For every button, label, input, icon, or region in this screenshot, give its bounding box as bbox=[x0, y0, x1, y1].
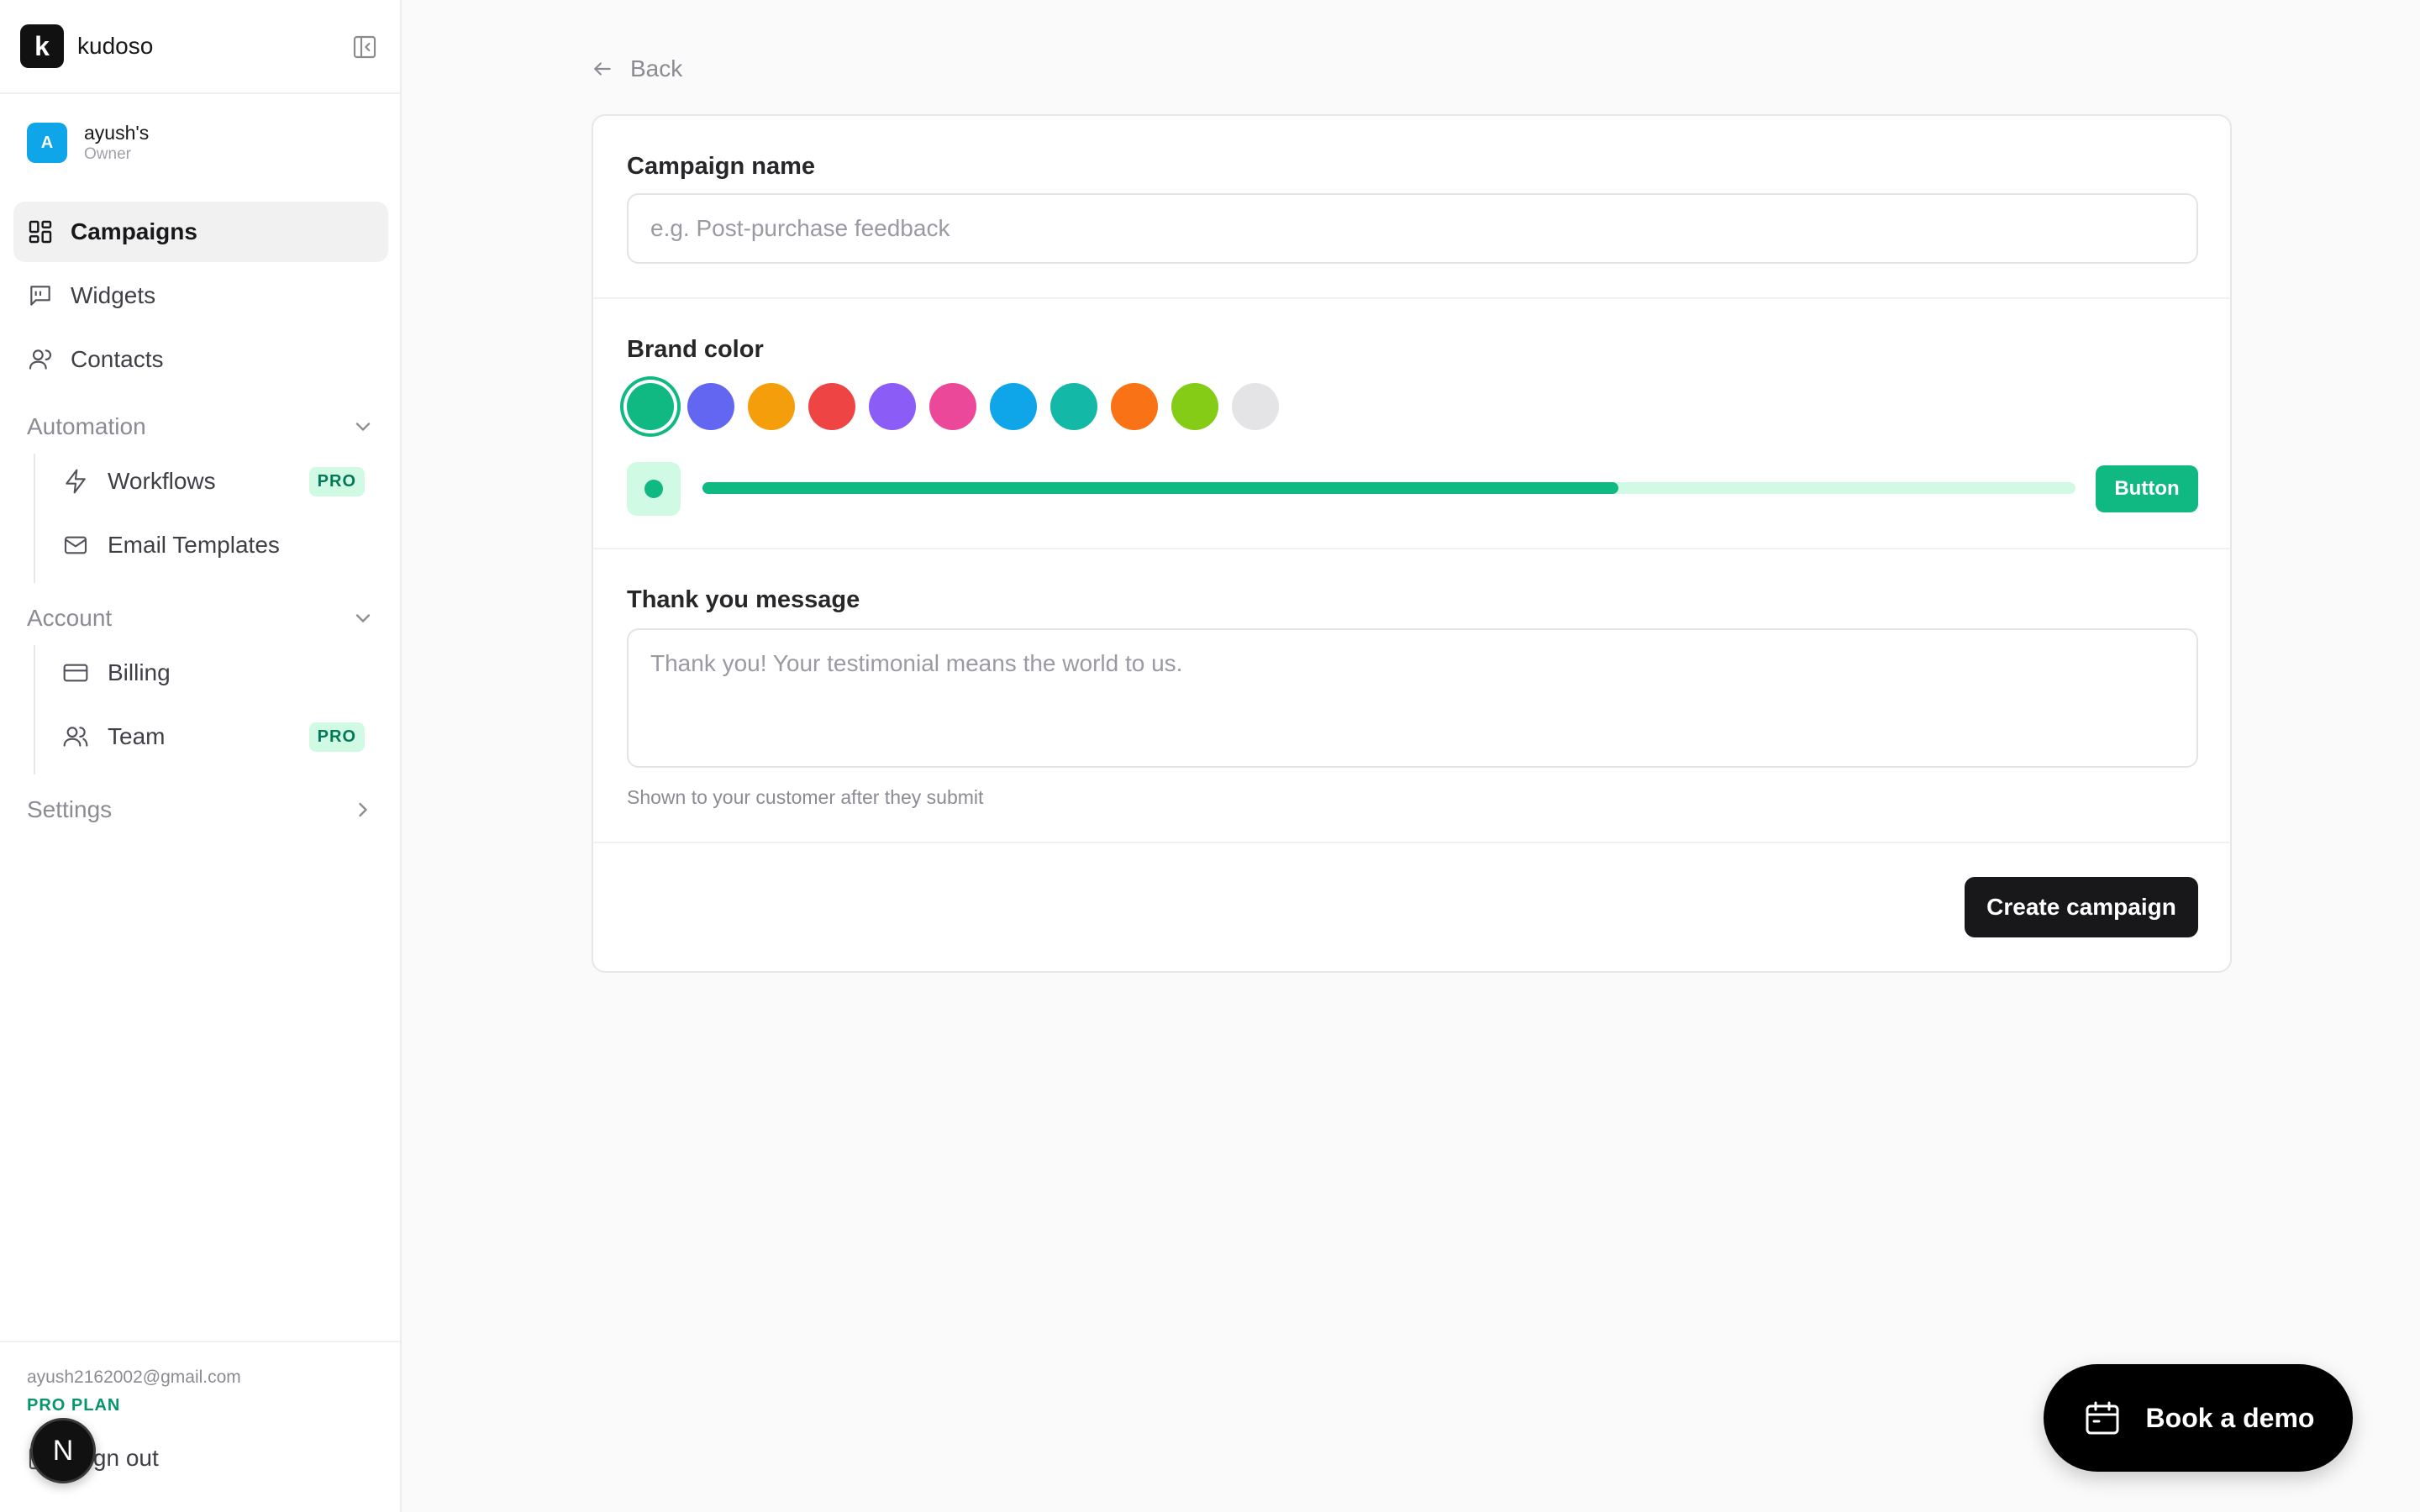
nav-workflows[interactable]: Workflows PRO bbox=[49, 454, 378, 509]
back-link[interactable]: Back bbox=[592, 55, 682, 82]
create-campaign-form: Campaign name Brand color Button Thank y… bbox=[592, 114, 2232, 973]
nav-billing-label: Billing bbox=[108, 659, 171, 685]
workspace-name: ayush's bbox=[84, 122, 150, 144]
nav-campaigns-label: Campaigns bbox=[71, 218, 197, 244]
divider bbox=[593, 297, 2230, 299]
automation-group: Workflows PRO Email Templates bbox=[34, 454, 365, 583]
chevron-right-icon bbox=[351, 798, 375, 822]
calendar-icon bbox=[2082, 1398, 2123, 1438]
preview-dot bbox=[644, 480, 663, 498]
credit-card-icon bbox=[62, 659, 89, 686]
lightning-icon bbox=[62, 468, 89, 495]
arrow-left-icon bbox=[592, 58, 613, 80]
section-settings-title: Settings bbox=[27, 796, 113, 822]
back-label: Back bbox=[630, 55, 683, 81]
thank-you-textarea[interactable] bbox=[627, 628, 2198, 768]
color-swatch-2[interactable] bbox=[687, 383, 734, 430]
pro-badge: PRO bbox=[308, 722, 365, 752]
chevron-down-icon bbox=[351, 415, 375, 438]
nav-workflows-label: Workflows bbox=[108, 468, 216, 494]
color-preview-icon bbox=[627, 462, 681, 516]
brand-bar: k kudoso bbox=[0, 0, 400, 94]
nav-team-label: Team bbox=[108, 723, 166, 749]
create-campaign-button[interactable]: Create campaign bbox=[1965, 877, 2198, 937]
sidebar: k kudoso A ayush's Owner Campaigns Widge… bbox=[0, 0, 402, 1512]
layout-grid-icon bbox=[27, 218, 54, 245]
user-email: ayush2162002@gmail.com bbox=[27, 1368, 241, 1387]
account-group: Billing Team PRO bbox=[34, 645, 365, 774]
nav-email-templates-label: Email Templates bbox=[108, 532, 280, 558]
user-icon bbox=[27, 346, 54, 373]
workspace-switcher[interactable]: A ayush's Owner bbox=[27, 121, 149, 165]
nav-team[interactable]: Team PRO bbox=[49, 709, 378, 764]
thank-you-label: Thank you message bbox=[627, 586, 860, 613]
divider bbox=[593, 548, 2230, 549]
workspace-avatar: A bbox=[27, 123, 67, 163]
color-swatch-5[interactable] bbox=[869, 383, 916, 430]
nav-campaigns[interactable]: Campaigns bbox=[13, 202, 388, 262]
section-automation[interactable]: Automation bbox=[27, 405, 375, 449]
preview-button[interactable]: Button bbox=[2096, 465, 2198, 512]
nav-email-templates[interactable]: Email Templates bbox=[49, 517, 378, 573]
sidebar-collapse-icon[interactable] bbox=[351, 34, 378, 60]
chevron-down-icon bbox=[351, 606, 375, 630]
dev-tools-badge[interactable]: N bbox=[30, 1418, 96, 1483]
section-account[interactable]: Account bbox=[27, 596, 375, 640]
color-swatch-4[interactable] bbox=[808, 383, 855, 430]
nav-billing[interactable]: Billing bbox=[49, 645, 378, 701]
color-swatches bbox=[627, 383, 1292, 430]
nav-widgets[interactable]: Widgets bbox=[13, 265, 388, 326]
section-settings[interactable]: Settings bbox=[27, 788, 375, 832]
brand-logo[interactable]: k bbox=[20, 24, 64, 68]
nav-contacts-label: Contacts bbox=[71, 346, 164, 372]
color-swatch-9[interactable] bbox=[1111, 383, 1158, 430]
section-automation-title: Automation bbox=[27, 413, 146, 439]
pro-badge: PRO bbox=[308, 467, 365, 496]
message-square-icon bbox=[27, 282, 54, 309]
color-swatch-10[interactable] bbox=[1171, 383, 1218, 430]
campaign-name-input[interactable] bbox=[627, 193, 2198, 264]
nav-widgets-label: Widgets bbox=[71, 282, 156, 308]
book-demo-label: Book a demo bbox=[2145, 1402, 2315, 1433]
color-swatch-7[interactable] bbox=[990, 383, 1037, 430]
nav-contacts[interactable]: Contacts bbox=[13, 329, 388, 390]
color-swatch-11[interactable] bbox=[1232, 383, 1279, 430]
thank-you-helper: Shown to your customer after they submit bbox=[627, 786, 984, 808]
divider bbox=[593, 842, 2230, 843]
color-swatch-3[interactable] bbox=[748, 383, 795, 430]
color-preview-bar bbox=[702, 482, 2075, 494]
plan-label: PRO PLAN bbox=[27, 1396, 121, 1415]
brand-name: kudoso bbox=[77, 33, 154, 59]
mail-icon bbox=[62, 532, 89, 559]
users-icon bbox=[62, 723, 89, 750]
color-swatch-8[interactable] bbox=[1050, 383, 1097, 430]
section-account-title: Account bbox=[27, 605, 113, 631]
color-swatch-6[interactable] bbox=[929, 383, 976, 430]
campaign-name-label: Campaign name bbox=[627, 153, 815, 180]
workspace-role: Owner bbox=[84, 145, 131, 163]
brand-color-label: Brand color bbox=[627, 336, 764, 363]
color-swatch-1[interactable] bbox=[627, 383, 674, 430]
book-demo-button[interactable]: Book a demo bbox=[2044, 1364, 2353, 1472]
color-preview-bar-fill bbox=[702, 482, 1618, 494]
